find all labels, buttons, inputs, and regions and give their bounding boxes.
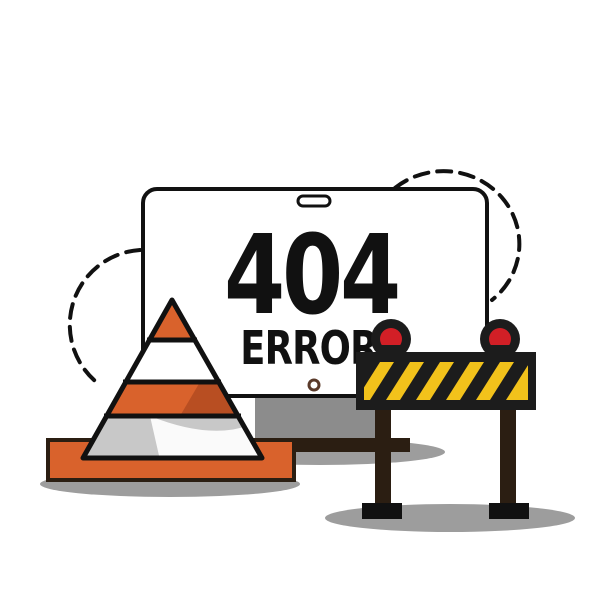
error-404-illustration: 404 ERROR — [0, 0, 600, 600]
dashed-circle-left — [67, 248, 142, 387]
